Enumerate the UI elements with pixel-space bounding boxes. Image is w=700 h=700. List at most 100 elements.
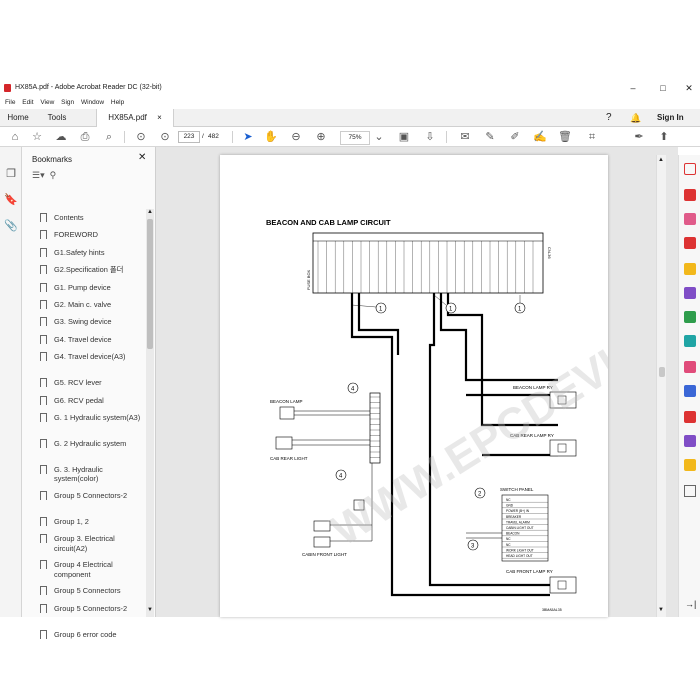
bookmark-item[interactable]: G4. Travel device — [22, 331, 146, 348]
zoom-out-icon[interactable]: ⊖ — [289, 130, 303, 144]
bookmark-item[interactable]: G1.Safety hints — [22, 244, 146, 261]
bookmark-item[interactable]: G6. RCV pedal — [22, 392, 146, 409]
combine-files-icon[interactable] — [684, 287, 696, 299]
more-tools-icon[interactable]: ⌗ — [585, 130, 599, 144]
bookmark-icon — [40, 378, 47, 388]
menu-window[interactable]: Window — [81, 97, 104, 109]
bookmark-list: Contents FOREWORD G1.Safety hints G2.Specif… — [22, 209, 146, 643]
bookmark-item[interactable]: Group 1, 2 — [22, 513, 146, 530]
scroll-mode-icon[interactable]: ⇩ — [423, 130, 437, 144]
hand-tool-icon[interactable]: ✋ — [264, 130, 278, 144]
bookmark-item[interactable]: G1. Pump device — [22, 279, 146, 296]
bookmark-icon — [40, 265, 47, 275]
bookmark-label: Group 3. Electrical circuit(A2) — [54, 534, 115, 553]
bookmark-item[interactable]: Group 4 Electrical component — [22, 556, 146, 582]
scroll-thumb[interactable] — [147, 219, 153, 349]
tab-tools[interactable]: Tools — [38, 109, 76, 127]
comment-tool-icon[interactable] — [684, 263, 696, 275]
scroll-down-icon[interactable]: ▼ — [146, 607, 154, 615]
highlight-pen-icon[interactable]: ✎ — [483, 130, 497, 144]
redact-icon[interactable] — [684, 411, 696, 423]
maximize-button[interactable]: □ — [650, 81, 676, 95]
edit-pdf-icon[interactable] — [684, 237, 696, 249]
menu-help[interactable]: Help — [111, 97, 124, 109]
select-cursor-icon[interactable]: ➤ — [241, 130, 255, 144]
compress-pdf-icon[interactable] — [684, 335, 696, 347]
tab-document[interactable]: HX85A.pdf × — [96, 109, 174, 127]
organize-pages-icon[interactable] — [684, 311, 696, 323]
menu-edit[interactable]: Edit — [22, 97, 33, 109]
sign-pen-icon[interactable]: ✒ — [632, 130, 646, 144]
document-scrollbar[interactable]: ▲ ▼ — [656, 155, 666, 617]
delete-icon[interactable]: 🗑 — [558, 130, 572, 144]
close-bookmarks-icon[interactable]: ✕ — [138, 152, 146, 163]
zoom-level-select[interactable]: 75% — [340, 131, 370, 145]
bookmark-item[interactable]: G3. Swing device — [22, 313, 146, 330]
bookmark-item[interactable]: Contents — [22, 209, 146, 226]
export-pdf-icon[interactable] — [684, 189, 696, 201]
fill-sign-icon[interactable] — [684, 361, 696, 373]
bookmark-icon — [40, 586, 47, 596]
previous-page-icon[interactable]: ⊙ — [134, 130, 148, 144]
bookmark-item[interactable]: G. 1 Hydraulic system(A3) — [22, 409, 146, 435]
bookmark-icon — [40, 352, 47, 362]
bookmark-item[interactable]: G4. Travel device(A3) — [22, 348, 146, 374]
scroll-down-icon[interactable]: ▼ — [658, 607, 664, 613]
bookmark-item[interactable]: G. 3. Hydraulic system(color) — [22, 461, 146, 487]
bookmark-item[interactable]: Group 5 Connectors-2 — [22, 600, 146, 626]
search-tool-icon[interactable] — [684, 163, 696, 175]
cloud-upload-icon[interactable]: ☁ — [54, 130, 68, 144]
bookmark-item[interactable]: Group 6 error code — [22, 626, 146, 643]
zoom-dropdown-chevron-icon[interactable]: ⌄ — [372, 130, 386, 144]
stamp-tool-icon[interactable] — [684, 459, 696, 471]
bookmark-star-icon[interactable]: ☆ — [30, 130, 44, 144]
request-signature-icon[interactable] — [684, 435, 696, 447]
tab-home[interactable]: Home — [0, 109, 36, 127]
bookmark-item[interactable]: G5. RCV lever — [22, 374, 146, 391]
draw-icon[interactable]: ✐ — [508, 130, 522, 144]
sign-in-button[interactable]: Sign In — [657, 109, 684, 127]
comment-icon[interactable]: ✉ — [458, 130, 472, 144]
bookmark-item[interactable]: Group 5 Connectors-2 — [22, 487, 146, 513]
notification-bell-icon[interactable]: 🔔 — [630, 109, 641, 127]
bookmark-item[interactable]: Group 5 Connectors — [22, 582, 146, 599]
scroll-thumb[interactable] — [659, 367, 665, 377]
menu-view[interactable]: View — [40, 97, 54, 109]
tab-close-icon[interactable]: × — [157, 113, 162, 122]
bookmark-item[interactable]: G. 2 Hydraulic system — [22, 435, 146, 461]
bookmark-item[interactable]: G2. Main c. valve — [22, 296, 146, 313]
bookmark-item[interactable]: G2.Specification 폴더 — [22, 261, 146, 278]
share-icon[interactable]: ⬆ — [657, 130, 671, 144]
home-icon[interactable]: ⌂ — [8, 130, 22, 144]
bookmarks-icon[interactable]: 🔖 — [4, 193, 18, 207]
page-thumbnails-icon[interactable]: ❐ — [4, 167, 18, 181]
bookmark-item[interactable]: Group 3. Electrical circuit(A2) — [22, 530, 146, 556]
switch-row-label: GND — [506, 504, 514, 508]
switch-panel: SWITCH PANEL NC GNDPOWER (B+) IN BREAKERTR… — [466, 487, 549, 562]
help-icon[interactable]: ? — [606, 109, 612, 127]
zoom-in-icon[interactable]: ⊕ — [314, 130, 328, 144]
fit-page-icon[interactable]: ▣ — [397, 130, 411, 144]
print-icon[interactable]: ⎙ — [78, 130, 92, 144]
page-total: 482 — [208, 133, 219, 140]
search-icon[interactable]: ⌕ — [102, 130, 116, 144]
minimize-button[interactable]: – — [620, 81, 646, 95]
attachments-icon[interactable]: 📎 — [4, 219, 18, 233]
next-page-icon[interactable]: ⊙ — [158, 130, 172, 144]
stamp-icon[interactable]: ✍ — [533, 130, 547, 144]
right-tools-rail: →| — [678, 155, 700, 617]
scroll-up-icon[interactable]: ▲ — [146, 209, 154, 217]
close-window-button[interactable]: ✕ — [676, 81, 700, 95]
create-pdf-icon[interactable] — [684, 213, 696, 225]
bookmark-label: Group 4 Electrical component — [54, 560, 113, 579]
scroll-up-icon[interactable]: ▲ — [658, 157, 664, 163]
protect-icon[interactable] — [684, 385, 696, 397]
more-tools-wrench-icon[interactable] — [684, 485, 696, 497]
page-number-input[interactable]: 223 — [178, 131, 200, 143]
collapse-panel-icon[interactable]: →| — [685, 599, 696, 609]
menu-sign[interactable]: Sign — [61, 97, 74, 109]
bookmarks-scrollbar[interactable]: ▲ ▼ — [146, 209, 154, 617]
menu-file[interactable]: File — [5, 97, 15, 109]
bookmark-options-icon[interactable]: ☰▾ ⚲ — [32, 170, 56, 181]
bookmark-item[interactable]: FOREWORD — [22, 226, 146, 243]
